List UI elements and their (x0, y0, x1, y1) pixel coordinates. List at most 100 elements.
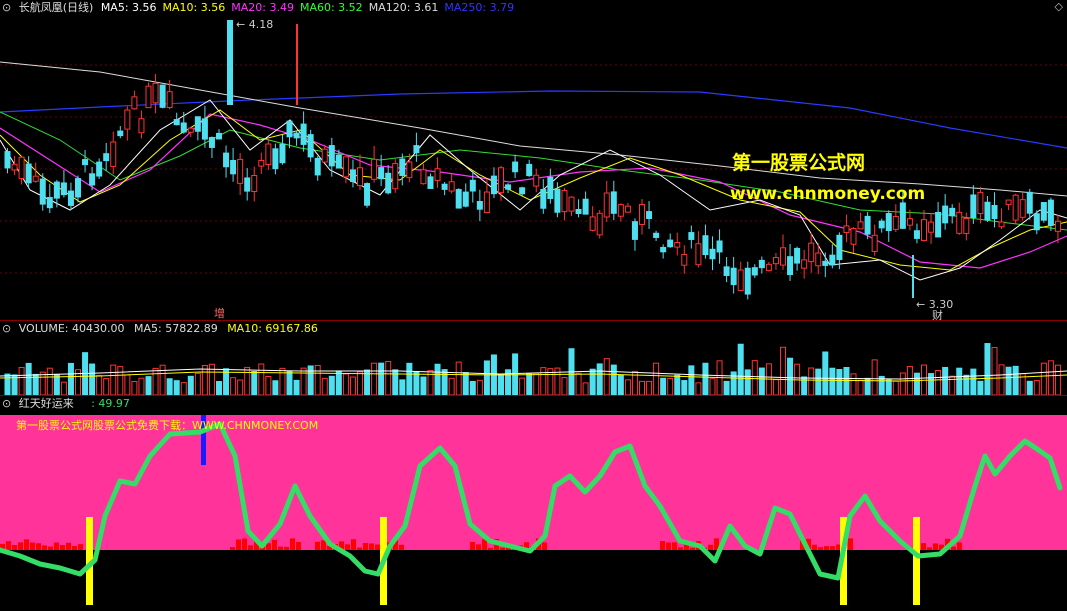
indicator-bar (66, 542, 71, 550)
candle-body (307, 134, 314, 158)
candle-body (321, 148, 328, 163)
candle-body (131, 96, 138, 110)
candle-body (794, 247, 801, 264)
diamond-icon[interactable]: ◇ (1055, 0, 1063, 13)
indicator-bar (951, 546, 956, 550)
volume-bar (413, 371, 420, 395)
candle-body (646, 211, 653, 220)
indicator-bar (818, 547, 823, 550)
collapse-icon[interactable]: ⊙ (2, 397, 11, 410)
candle-body (357, 167, 363, 187)
candle-body (32, 175, 39, 182)
volume-bar (18, 366, 25, 395)
candle-body (554, 188, 561, 213)
collapse-icon[interactable]: ⊙ (2, 1, 11, 14)
candle-body (349, 169, 356, 183)
volume-bar (935, 369, 942, 395)
candle-body (526, 163, 533, 177)
candle-body (60, 182, 67, 196)
candle-body (145, 85, 152, 109)
indicator-bar (812, 544, 817, 550)
indicator-bar (248, 545, 253, 550)
ma-label: MA10: 3.56 (162, 1, 226, 14)
candle-body (138, 118, 145, 134)
volume-bar (575, 372, 582, 395)
indicator-bar (290, 538, 295, 550)
candle-body (441, 183, 448, 190)
candle-body (603, 192, 610, 218)
volume-bar (582, 382, 589, 395)
volume-bar (928, 373, 935, 395)
candle-body (279, 143, 286, 164)
price-chart[interactable] (0, 0, 1067, 320)
collapse-icon[interactable]: ⊙ (2, 322, 11, 335)
volume-bar (723, 380, 730, 395)
volume-bar (335, 370, 342, 395)
indicator-name: 红天好运来 (18, 397, 74, 410)
volume-bar (695, 382, 702, 395)
candle-body (237, 158, 244, 184)
candle-body (801, 259, 808, 269)
candle-body (787, 256, 794, 276)
volume-bar (131, 381, 138, 395)
candle-body (540, 188, 547, 209)
candle-body (328, 145, 335, 167)
indicator-bar (60, 545, 65, 550)
volume-bar (540, 367, 547, 395)
candle-body (610, 191, 617, 214)
volume-bar (258, 363, 265, 395)
candle-body (258, 159, 265, 167)
candle-body (1054, 220, 1061, 232)
indicator-fill (0, 415, 1067, 550)
volume-bar (963, 374, 970, 395)
candle-body (758, 259, 765, 269)
volume-bar (469, 380, 476, 395)
candle-body (46, 197, 53, 209)
candle-body (582, 198, 589, 215)
volume-bar (89, 363, 96, 395)
candle-body (39, 178, 46, 205)
volume-bar (857, 379, 864, 395)
volume-bar (653, 362, 660, 395)
candle-body (223, 152, 230, 168)
candle-body (490, 175, 497, 195)
indicator-bar (660, 541, 665, 550)
volume-bar (780, 346, 786, 395)
volume-bar (173, 380, 180, 395)
indicator-bar (12, 544, 17, 550)
volume-bar (913, 372, 920, 395)
candle-body (815, 252, 822, 267)
candle-body (244, 177, 251, 192)
price-panel[interactable]: ⊙ 长航凤凰(日线) MA5: 3.56 MA10: 3.56 MA20: 3.49… (0, 0, 1067, 322)
indicator-bar (24, 539, 29, 550)
volume-bar (617, 374, 624, 395)
volume-bar (194, 372, 201, 395)
candle-body (364, 183, 371, 206)
candle-body (991, 205, 998, 220)
candle-body (624, 205, 631, 213)
volume-bar (885, 379, 892, 395)
indicator-bar (357, 547, 362, 550)
indicator-banner: 第一股票公式网股票公式免费下载：WWW.CHNMONEY.COM (16, 419, 319, 432)
candle-body (152, 82, 159, 104)
volume-bar (60, 381, 67, 395)
indicator-panel[interactable]: ⊙ 红天好运来 : 49.97 第一股票公式网股票公式免费下载：WWW.CHNM… (0, 396, 1067, 611)
candle-body (378, 167, 385, 180)
candle-body (230, 160, 237, 175)
candle-body (617, 204, 624, 217)
volume-bar (526, 373, 533, 395)
candle-body (420, 169, 427, 185)
candle-body (4, 151, 11, 169)
indicator-value: : 49.97 (91, 397, 130, 410)
volume-bar (519, 377, 526, 395)
candle-body (427, 176, 434, 189)
candle-body (103, 153, 110, 162)
candle-body (533, 174, 540, 187)
volume-panel[interactable]: ⊙ VOLUME: 40430.00 MA5: 57822.89 MA10: 6… (0, 321, 1067, 395)
volume-bar (956, 367, 963, 395)
candle-body (265, 143, 272, 166)
candle-body (843, 225, 850, 234)
candle-body (385, 172, 392, 194)
indicator-bar (284, 546, 289, 550)
indicator-bar (30, 542, 35, 550)
